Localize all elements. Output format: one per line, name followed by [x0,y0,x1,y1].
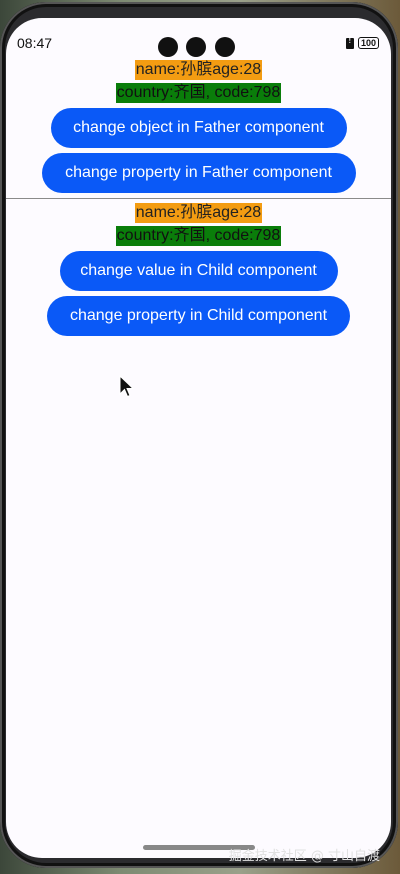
status-time: 08:47 [17,35,53,51]
mouse-pointer-icon [119,375,135,398]
change-property-child-button[interactable]: change property in Child component [47,296,350,336]
change-value-child-button[interactable]: change value in Child component [59,251,338,291]
status-indicators: 100 [345,36,379,49]
child-name-age-text: name:孙膑age:28 [134,203,263,223]
battery-icon: 100 [357,37,379,49]
section-divider [6,198,391,199]
camera-dot-icon [215,37,235,57]
child-component: name:孙膑age:28 country:齐国, code:798 chang… [6,203,391,341]
status-bar: 08:47 100 [6,18,391,58]
camera-dot-icon [158,37,178,57]
watermark-text: 掘金技术社区 @ 寸山自渡 [228,849,380,864]
father-name-age-text: name:孙膑age:28 [134,60,263,80]
change-property-father-button[interactable]: change property in Father component [41,153,356,193]
phone-bezel: 08:47 100 name:孙膑age:28 country:齐国, code… [0,2,398,868]
device-frame: 08:47 100 name:孙膑age:28 country:齐国, code… [0,0,400,874]
change-object-father-button[interactable]: change object in Father component [50,108,347,148]
father-country-code-text: country:齐国, code:798 [115,83,282,103]
camera-dot-icon [186,37,206,57]
child-country-code-text: country:齐国, code:798 [115,226,282,246]
father-component: name:孙膑age:28 country:齐国, code:798 chang… [6,60,391,198]
sim-alert-icon [345,36,354,49]
app-screen: 08:47 100 name:孙膑age:28 country:齐国, code… [6,18,391,858]
